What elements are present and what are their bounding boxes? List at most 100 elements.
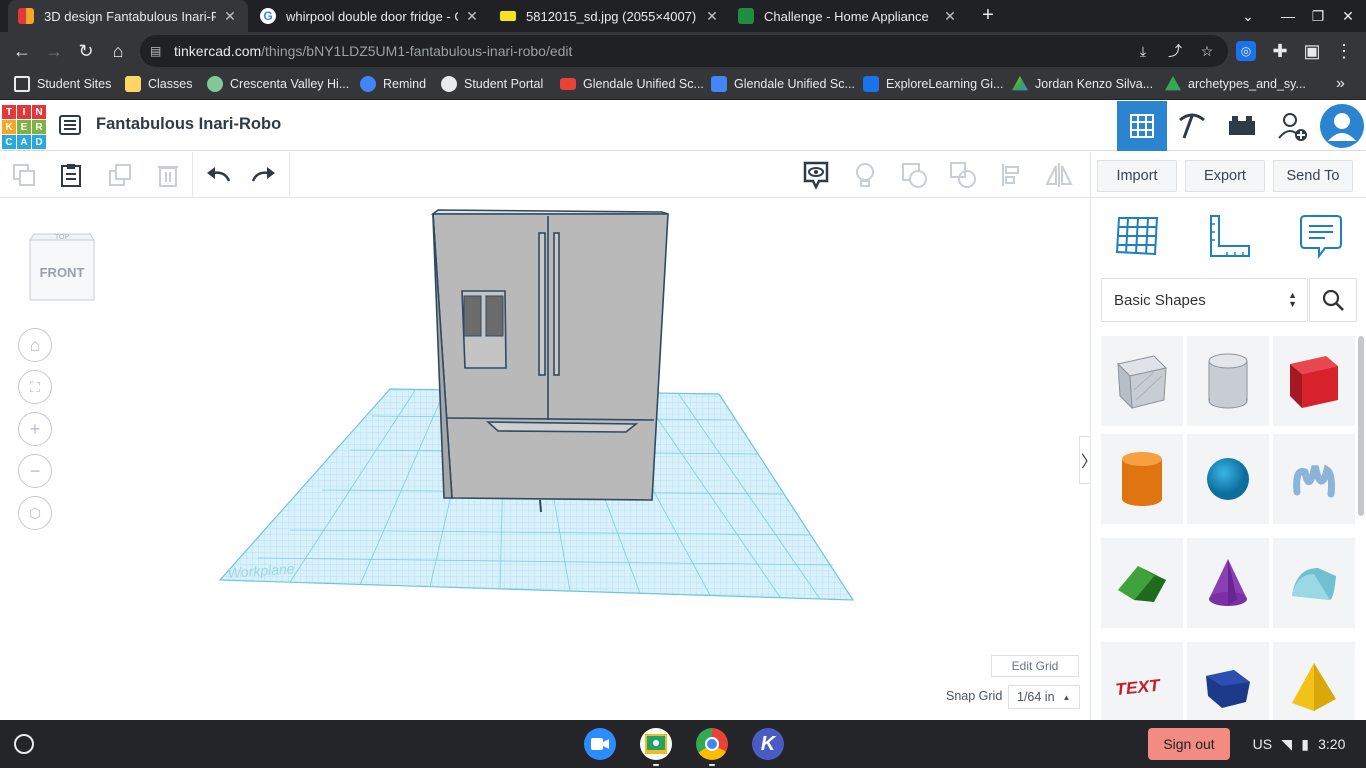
scene-canvas[interactable]: Workplane: [0, 198, 1090, 720]
browser-tab-classroom[interactable]: Challenge - Home Appliance ✕: [728, 0, 968, 32]
status-tray[interactable]: US ◥ ▮ 3:20: [1240, 728, 1358, 760]
back-arrow-icon[interactable]: ←: [10, 39, 34, 63]
shape-sphere[interactable]: [1187, 434, 1269, 524]
ungroup-button[interactable]: [939, 152, 987, 198]
design-list-icon[interactable]: [58, 113, 82, 137]
export-button[interactable]: Export: [1185, 160, 1265, 192]
tab-close-icon[interactable]: ✕: [704, 8, 720, 25]
chrome-app-icon[interactable]: [696, 728, 728, 760]
tab-close-icon[interactable]: ✕: [222, 8, 238, 25]
os-shelf: K Sign out US ◥ ▮ 3:20: [0, 720, 1366, 768]
copy-button[interactable]: [0, 152, 48, 198]
shape-pyramid[interactable]: [1273, 642, 1355, 732]
duplicate-button[interactable]: [96, 152, 144, 198]
ruler-tool-icon[interactable]: [1205, 212, 1253, 260]
snap-grid-select[interactable]: 1/64 in ▲: [1008, 685, 1080, 709]
home-view-button[interactable]: ⌂: [18, 328, 52, 362]
home-icon[interactable]: ⌂: [106, 39, 130, 63]
design-title[interactable]: Fantabulous Inari-Robo: [96, 115, 281, 134]
3d-design-view-button[interactable]: [1117, 101, 1167, 151]
fit-view-button[interactable]: ⛶: [18, 370, 52, 404]
copy-icon: [13, 164, 35, 186]
tab-search-icon[interactable]: ⌄: [1236, 4, 1260, 28]
sign-out-button[interactable]: Sign out: [1148, 728, 1230, 760]
shape-box[interactable]: [1273, 336, 1355, 426]
bricks-view-button[interactable]: [1217, 101, 1267, 151]
tab-close-icon[interactable]: ✕: [464, 8, 480, 25]
shape-text[interactable]: TEXT: [1101, 642, 1183, 732]
bookmark-student-portal[interactable]: Student Portal: [441, 70, 543, 98]
bookmark-glendale-gmail[interactable]: Glendale Unified Sc...: [560, 70, 704, 98]
site-info-icon[interactable]: ▤: [150, 35, 161, 67]
notes-tool-icon[interactable]: [1297, 212, 1345, 260]
kami-app-icon[interactable]: K: [752, 728, 784, 760]
3d-workspace[interactable]: Workplane TOP FRONT ⌂ ⛶ + − ⬡ Edit Grid …: [0, 198, 1090, 720]
zoom-out-button[interactable]: −: [18, 454, 52, 488]
group-button[interactable]: [890, 152, 938, 198]
shape-category-select[interactable]: Basic Shapes ▲ ▼: [1101, 278, 1308, 322]
view-cube[interactable]: TOP FRONT: [28, 226, 96, 306]
shape-round-roof[interactable]: [1273, 538, 1355, 628]
edit-grid-button[interactable]: Edit Grid: [991, 655, 1079, 677]
show-all-button[interactable]: [841, 152, 889, 198]
undo-button[interactable]: [194, 152, 242, 198]
reload-icon[interactable]: ↻: [74, 39, 98, 63]
address-bar[interactable]: ▤ tinkercad.com/things/bNY1LDZ5UM1-fanta…: [140, 35, 1228, 67]
bookmark-drive[interactable]: Jordan Kenzo Silva...: [1012, 70, 1153, 98]
browser-tab-image[interactable]: 5812015_sd.jpg (2055×4007) ✕: [490, 0, 730, 32]
shape-scribble[interactable]: [1273, 434, 1355, 524]
tab-close-icon[interactable]: ✕: [942, 8, 958, 25]
extensions-puzzle-icon[interactable]: ✚: [1268, 39, 1292, 63]
fit-all-icon: ⛶: [30, 378, 40, 395]
restore-icon[interactable]: ❐: [1306, 4, 1330, 28]
invite-user-button[interactable]: [1267, 101, 1317, 151]
send-to-button[interactable]: Send To: [1273, 160, 1353, 192]
browser-tab-google-search[interactable]: G whirpool double door fridge - Go ✕: [250, 0, 490, 32]
mirror-button[interactable]: [1035, 152, 1083, 198]
panel-scrollbar[interactable]: [1358, 336, 1364, 516]
shape-box-hole[interactable]: [1101, 336, 1183, 426]
input-locale: US: [1252, 736, 1273, 752]
more-menu-icon[interactable]: ⋮: [1332, 39, 1356, 63]
zoom-app-icon[interactable]: [584, 728, 616, 760]
tinkercad-logo[interactable]: T I N K E R C A D: [2, 105, 46, 149]
import-button[interactable]: Import: [1097, 160, 1177, 192]
close-window-icon[interactable]: ✕: [1336, 4, 1360, 28]
bookmarks-overflow-icon[interactable]: »: [1336, 70, 1345, 98]
shape-roof[interactable]: [1101, 538, 1183, 628]
browser-tab-tinkercad[interactable]: 3D design Fantabulous Inari-Rob ✕: [8, 0, 248, 32]
new-tab-button[interactable]: +: [976, 4, 1000, 28]
redo-button[interactable]: [240, 152, 288, 198]
shape-cone[interactable]: [1187, 538, 1269, 628]
launcher-icon[interactable]: [14, 734, 34, 754]
blocks-view-button[interactable]: [1167, 101, 1217, 151]
perspective-button[interactable]: ⬡: [18, 496, 52, 530]
account-avatar[interactable]: [1317, 101, 1366, 151]
bookmark-crescenta-valley[interactable]: Crescenta Valley Hi...: [207, 70, 349, 98]
paste-button[interactable]: [47, 152, 95, 198]
zoom-in-button[interactable]: +: [18, 412, 52, 446]
extension-icon[interactable]: ◎: [1236, 41, 1256, 61]
bookmark-archetypes[interactable]: archetypes_and_sy...: [1165, 70, 1306, 98]
notes-button[interactable]: [792, 152, 840, 198]
bookmark-classes[interactable]: Classes: [125, 70, 192, 98]
install-app-icon[interactable]: ⤓: [1130, 38, 1156, 64]
bookmark-star-icon[interactable]: ☆: [1194, 38, 1220, 64]
share-icon[interactable]: ⤴: [1162, 38, 1188, 64]
bookmark-student-sites[interactable]: Student Sites: [14, 70, 111, 98]
bookmark-explorelearning[interactable]: ExploreLearning Gi...: [863, 70, 1003, 98]
minimize-icon[interactable]: —: [1276, 4, 1300, 28]
forward-arrow-icon[interactable]: →: [42, 39, 66, 63]
shape-cylinder-hole[interactable]: [1187, 336, 1269, 426]
shape-cylinder[interactable]: [1101, 434, 1183, 524]
side-panel-icon[interactable]: ▣: [1300, 39, 1324, 63]
align-button[interactable]: [988, 152, 1036, 198]
fridge-model[interactable]: [430, 209, 669, 513]
shape-search-button[interactable]: [1309, 278, 1357, 322]
shape-polygon[interactable]: [1187, 642, 1269, 732]
classroom-app-icon[interactable]: [640, 728, 672, 760]
delete-button[interactable]: [144, 152, 192, 198]
bookmark-remind[interactable]: Remind: [360, 70, 426, 98]
bookmark-glendale-calendar[interactable]: Glendale Unified Sc...: [711, 70, 855, 98]
workplane-tool-icon[interactable]: [1113, 212, 1161, 260]
